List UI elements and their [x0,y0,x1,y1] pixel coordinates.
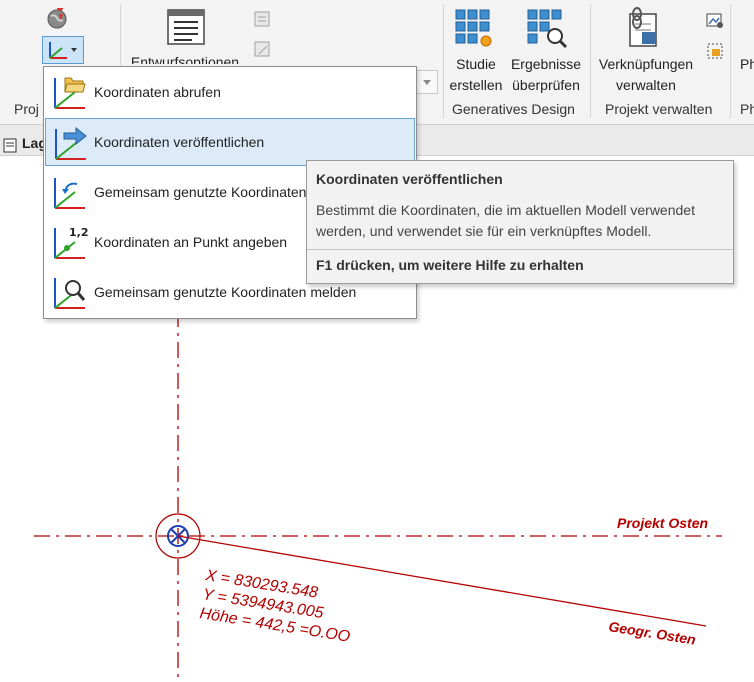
menu-item-label: Koordinaten abrufen [94,84,221,100]
small-option-icon[interactable] [253,40,273,60]
projekt-osten-label: Projekt Osten [617,515,708,531]
menu-item-label: Koordinaten veröffentlichen [94,134,265,150]
menu-item-label: Gemeinsam genutzte Koordinaten [94,184,307,200]
folder-coordinates-icon [54,77,86,109]
chevron-down-icon [423,80,431,85]
review-results-button[interactable]: Ergebnisse überprüfen [508,4,584,96]
cut-off-label: Ph [740,56,754,72]
image-manage-icon[interactable] [704,10,726,32]
tooltip: Koordinaten veröffentlichen Bestimmt die… [306,160,734,284]
menu-item-acquire-coordinates[interactable]: Koordinaten abrufen [45,68,415,116]
ribbon-separator [730,4,731,118]
decal-manage-icon[interactable] [704,40,726,62]
tooltip-body-line: Bestimmt die Koordinaten, die im aktuell… [316,202,695,218]
svg-text:1,2: 1,2 [69,226,89,239]
ribbon-separator [443,4,444,118]
view-tab-lageplan[interactable]: Lag [0,130,47,156]
view-icon [3,135,17,153]
create-study-label: Studie erstellen [449,56,503,93]
combo-dropdown[interactable] [416,70,438,94]
cut-off-panel-label: Ph [740,101,754,117]
create-study-button[interactable]: Studie erstellen [446,4,506,96]
tooltip-body-line: werden, und verwendet sie für ein verknü… [316,223,652,239]
project-manage-panel-label: Projekt verwalten [605,101,713,117]
publish-coordinates-icon [55,126,87,160]
manage-links-icon [629,7,657,47]
review-grid-icon [527,9,568,49]
chevron-down-icon [71,48,77,52]
study-grid-icon [455,9,492,47]
project-panel-label: Proj [14,101,39,117]
menu-item-publish-coordinates[interactable]: Koordinaten veröffentlichen [45,118,415,166]
design-options-icon[interactable] [166,8,206,48]
ribbon-separator [590,4,591,118]
menu-item-label: Koordinaten an Punkt angeben [94,234,288,250]
tooltip-help-hint: F1 drücken, um weitere Hilfe zu erhalten [316,257,584,273]
reset-coordinates-icon [54,178,85,209]
tooltip-separator [307,249,733,250]
entwurfsoptionen-label: Entwurfsoptionen [130,54,240,64]
small-option-icon[interactable] [253,10,273,30]
review-results-label: Ergebnisse überprüfen [510,56,582,93]
manage-links-label: Verknüpfungen verwalten [598,56,694,93]
coordinates-icon [49,42,77,59]
coordinates-dropdown-button[interactable] [42,36,84,64]
generative-design-panel-label: Generatives Design [452,101,575,117]
point-coordinates-icon: 1,2 [54,226,89,259]
report-coordinates-icon [54,278,86,309]
tooltip-title: Koordinaten veröffentlichen [316,171,503,187]
tooltip-body: Bestimmt die Koordinaten, die im aktuell… [316,200,726,242]
manage-links-button[interactable]: Verknüpfungen verwalten [594,4,698,96]
location-icon[interactable] [46,5,68,30]
